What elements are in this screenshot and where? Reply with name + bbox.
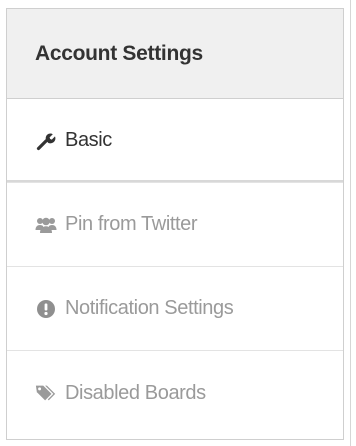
settings-menu: Basic Pin from Twitter Notification Sett…: [7, 99, 343, 435]
menu-item-label: Disabled Boards: [65, 381, 206, 404]
users-icon: [35, 214, 57, 236]
panel-header: Account Settings: [7, 9, 343, 99]
wrench-icon: [35, 130, 57, 152]
menu-item-notification-settings[interactable]: Notification Settings: [7, 267, 343, 351]
tags-icon: [35, 382, 57, 404]
menu-item-basic[interactable]: Basic: [7, 99, 343, 183]
exclamation-circle-icon: [35, 298, 57, 320]
menu-item-label: Basic: [65, 129, 112, 151]
menu-item-label: Notification Settings: [65, 297, 234, 319]
menu-item-pin-from-twitter[interactable]: Pin from Twitter: [7, 183, 343, 267]
panel-title: Account Settings: [35, 41, 203, 65]
account-settings-panel: Account Settings Basic Pin from Twitter …: [6, 8, 344, 440]
menu-item-disabled-boards[interactable]: Disabled Boards: [7, 351, 343, 435]
page-edge-divider: [350, 0, 351, 446]
menu-item-label: Pin from Twitter: [65, 213, 198, 235]
page: Account Settings Basic Pin from Twitter …: [0, 0, 356, 446]
